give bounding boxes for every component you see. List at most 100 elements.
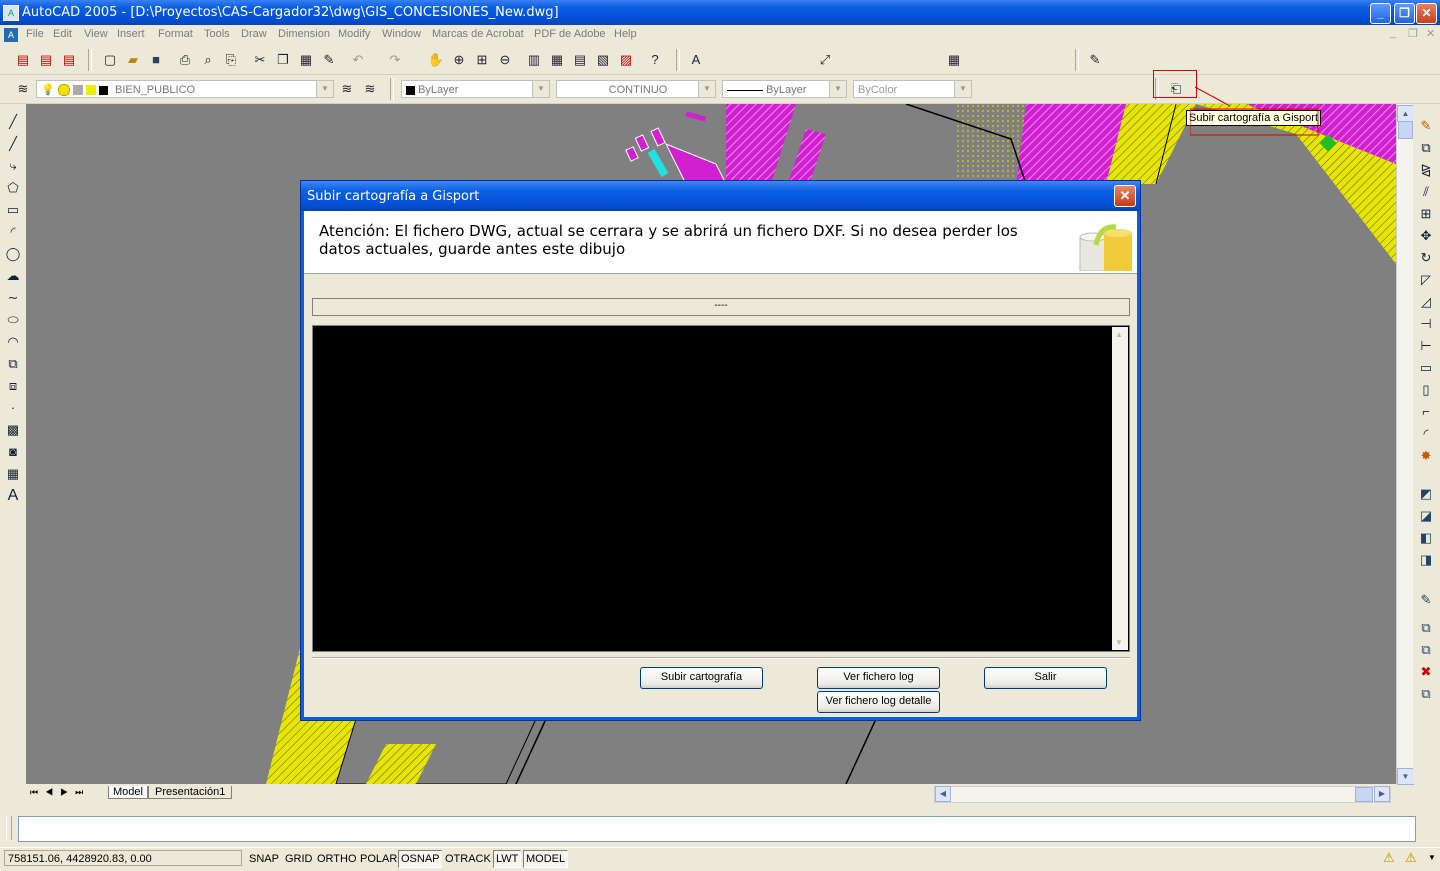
draworder-front-icon[interactable]: ◩ (1416, 484, 1436, 504)
offset-icon[interactable]: ⫽ (1416, 182, 1436, 202)
exit-button[interactable]: Salir (984, 667, 1107, 689)
trim-icon[interactable]: ⊣ (1416, 314, 1436, 334)
multiline-text-icon[interactable]: A (3, 486, 23, 506)
chamfer-icon[interactable]: ⌐ (1416, 402, 1436, 422)
edit-style-icon[interactable]: ✎ (1085, 50, 1105, 70)
break-icon[interactable]: ▯ (1416, 380, 1436, 400)
xref-save-icon[interactable]: ⧉ (1416, 684, 1436, 704)
layer-combo[interactable]: 💡 BIEN_PUBLICO ▼ (36, 80, 334, 98)
log-output-box[interactable]: ▲ ▼ (312, 325, 1130, 652)
sheet-set-icon[interactable]: ▧ (593, 50, 613, 70)
close-window-button[interactable]: ✕ (1416, 3, 1437, 24)
new-icon[interactable]: ▢ (100, 50, 120, 70)
log-scrollbar[interactable]: ▲ ▼ (1112, 327, 1128, 650)
mirror-icon[interactable]: ⧎ (1416, 160, 1436, 180)
menu-insert[interactable]: Insert (117, 28, 145, 40)
view-log-detail-button[interactable]: Ver fichero log detalle (817, 691, 940, 713)
refedit-icon[interactable]: ⧉ (1416, 618, 1436, 638)
region-icon[interactable]: ◙ (3, 442, 23, 462)
zoom-previous-icon[interactable]: ⊖ (495, 50, 515, 70)
tab-nav-arrows[interactable]: ⏮◀▶⏭ (30, 787, 90, 798)
rotate-icon[interactable]: ↻ (1416, 248, 1436, 268)
point-icon[interactable]: · (3, 398, 23, 418)
scale-icon[interactable]: ◸ (1416, 270, 1436, 290)
edit-text-icon[interactable]: ✎ (1416, 590, 1436, 610)
command-input[interactable] (18, 816, 1416, 842)
doc-restore-icon[interactable]: ❐ (1408, 27, 1418, 40)
scroll-left-icon[interactable]: ◀ (935, 786, 951, 802)
scroll-up-icon[interactable]: ▲ (1397, 105, 1414, 122)
pdf-icon[interactable]: ▤ (13, 50, 33, 70)
save-icon[interactable]: ■ (146, 50, 166, 70)
log-scroll-down-icon[interactable]: ▼ (1115, 638, 1123, 647)
arc-icon[interactable]: ◜ (3, 222, 23, 242)
draworder-back-icon[interactable]: ◪ (1416, 506, 1436, 526)
publish-icon[interactable]: ⎘ (221, 50, 241, 70)
scroll-right-icon[interactable]: ▶ (1374, 786, 1390, 802)
status-toggle-grid[interactable]: GRID (282, 850, 316, 868)
communication-center-icon[interactable]: ⚠ (1383, 850, 1395, 866)
construction-line-icon[interactable]: ╱ (3, 134, 23, 154)
fillet-icon[interactable]: ◜ (1416, 424, 1436, 444)
menu-dimension[interactable]: Dimension (278, 28, 330, 40)
menu-draw[interactable]: Draw (241, 28, 267, 40)
menu-format[interactable]: Format (158, 28, 193, 40)
grip-handle[interactable] (6, 816, 12, 840)
view-log-button[interactable]: Ver fichero log (817, 667, 940, 689)
draworder-above-icon[interactable]: ◧ (1416, 528, 1436, 548)
menu-view[interactable]: View (84, 28, 108, 40)
extend-icon[interactable]: ⊢ (1416, 336, 1436, 356)
table-style-icon[interactable]: ▦ (944, 50, 964, 70)
status-toggle-model[interactable]: MODEL (523, 850, 569, 868)
zoom-realtime-icon[interactable]: ⊕ (449, 50, 469, 70)
circle-icon[interactable]: ◯ (3, 244, 23, 264)
status-toggle-polar[interactable]: POLAR (357, 850, 401, 868)
status-toggle-otrack[interactable]: OTRACK (442, 850, 494, 868)
gisport-upload-icon[interactable]: ⎗ (1166, 79, 1186, 99)
array-icon[interactable]: ⊞ (1416, 204, 1436, 224)
paste-icon[interactable]: ▦ (296, 50, 316, 70)
tray-settings-icon[interactable]: ⚠ (1405, 850, 1417, 866)
scroll-thumb[interactable] (1398, 121, 1413, 139)
upload-cartography-button[interactable]: Subir cartografía (640, 667, 763, 689)
polygon-icon[interactable]: ⬠ (3, 178, 23, 198)
make-block-icon[interactable]: ⧈ (3, 376, 23, 396)
layer-manager-icon[interactable]: ≋ (13, 79, 33, 99)
status-toggle-osnap[interactable]: OSNAP (398, 850, 443, 868)
menu-window[interactable]: Window (382, 28, 421, 40)
zoom-window-icon[interactable]: ⊞ (472, 50, 492, 70)
polyline-icon[interactable]: ⤷ (3, 156, 23, 176)
markup-icon[interactable]: ▨ (616, 50, 636, 70)
open-icon[interactable]: ▰ (123, 50, 143, 70)
menu-modify[interactable]: Modify (338, 28, 370, 40)
refclose-icon[interactable]: ⧉ (1416, 640, 1436, 660)
xref-remove-icon[interactable]: ✖ (1416, 662, 1436, 682)
copy-icon[interactable]: ❐ (273, 50, 293, 70)
explode-icon[interactable]: ✸ (1416, 446, 1436, 466)
menu-marcas-acrobat[interactable]: Marcas de Acrobat (432, 28, 524, 40)
menu-pdf-adobe[interactable]: PDF de Adobe (534, 28, 606, 40)
rectangle-icon[interactable]: ▭ (3, 200, 23, 220)
pdf-review-icon[interactable]: ▤ (59, 50, 79, 70)
tab-presentacion1[interactable]: Presentación1 (148, 786, 233, 799)
table-icon[interactable]: ▦ (3, 464, 23, 484)
properties-icon[interactable]: ▥ (524, 50, 544, 70)
ellipse-arc-icon[interactable]: ◠ (3, 332, 23, 352)
lineweight-combo[interactable]: ByLayer ▼ (722, 80, 847, 98)
stretch-icon[interactable]: ◿ (1416, 292, 1436, 312)
move-icon[interactable]: ✥ (1416, 226, 1436, 246)
copy-object-icon[interactable]: ⧉ (1416, 138, 1436, 158)
ellipse-icon[interactable]: ⬭ (3, 310, 23, 330)
color-combo[interactable]: ByLayer ▼ (401, 80, 550, 98)
undo-icon[interactable]: ↶ (348, 50, 368, 70)
pan-icon[interactable]: ✋ (426, 50, 446, 70)
break-point-icon[interactable]: ▭ (1416, 358, 1436, 378)
menu-edit[interactable]: Edit (53, 28, 72, 40)
layer-previous-icon[interactable]: ≋ (360, 79, 380, 99)
coordinates-display[interactable]: 758151.06, 4428920.83, 0.00 (4, 850, 242, 866)
menu-tools[interactable]: Tools (204, 28, 230, 40)
horizontal-scrollbar[interactable]: ◀ ▶ (934, 786, 1391, 803)
dialog-title-bar[interactable]: Subir cartografía a Gisport ✕ (301, 181, 1140, 211)
cut-icon[interactable]: ✂ (250, 50, 270, 70)
scroll-down-icon[interactable]: ▼ (1397, 768, 1414, 785)
